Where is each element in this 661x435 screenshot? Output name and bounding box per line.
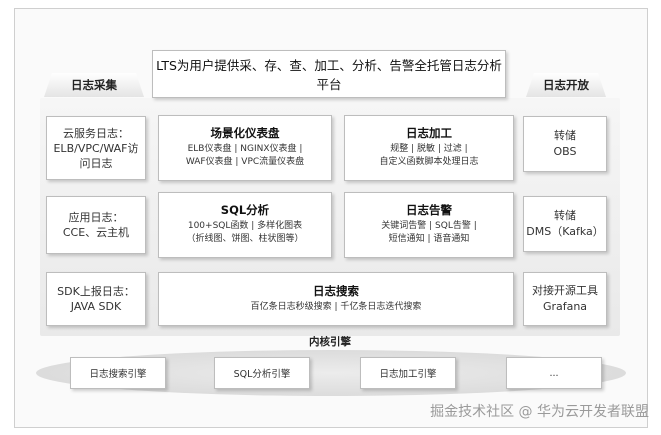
feature-title: 场景化仪表盘 — [210, 126, 280, 140]
engine-processing: 日志加工引擎 — [360, 357, 456, 389]
feature-dashboard: 场景化仪表盘 ELB仪表盘 | NGINX仪表盘 | WAF仪表盘 | VPC流… — [158, 115, 332, 181]
feature-alarm: 日志告警 关键词告警 | SQL告警 | 短信通知 | 语音通知 — [344, 192, 514, 258]
opening-dms: 转储 DMS（Kafka） — [523, 196, 607, 252]
engine-label: SQL分析引擎 — [233, 369, 291, 380]
engine-sql: SQL分析引擎 — [214, 357, 310, 389]
feature-line: （折线图、饼图、柱状图等） — [186, 234, 304, 244]
platform-title-text: LTS为用户提供采、存、查、加工、分析、告警全托管日志分析平台 — [156, 58, 502, 92]
opening-grafana: 对接开源工具 Grafana — [523, 272, 607, 326]
collection-line: 应用日志： — [68, 211, 124, 224]
feature-line: 短信通知 | 语音通知 — [388, 234, 470, 244]
feature-line: 关键词告警 | SQL告警 | — [381, 221, 477, 231]
collection-line: CCE、云主机 — [62, 226, 130, 239]
engine-more: ... — [506, 357, 602, 389]
opening-line: Grafana — [542, 300, 588, 313]
engine-label: ... — [549, 367, 559, 379]
feature-sql-analysis: SQL分析 100+SQL函数 | 多样化图表 （折线图、饼图、柱状图等） — [158, 192, 332, 258]
feature-title: 日志搜索 — [313, 283, 359, 298]
feature-line: ELB仪表盘 | NGINX仪表盘 | — [187, 144, 303, 154]
collection-line: ELB/VPC/WAF访 — [53, 141, 139, 155]
opening-line: 转储 — [554, 209, 576, 222]
feature-line: WAF仪表盘 | VPC流量仪表盘 — [185, 157, 305, 167]
opening-line: 转储 — [554, 129, 576, 142]
engine-search: 日志搜索引擎 — [70, 357, 166, 389]
collection-sdk: SDK上报日志： JAVA SDK — [46, 272, 146, 326]
feature-title: SQL分析 — [220, 203, 270, 217]
opening-obs: 转储 OBS — [523, 116, 607, 172]
feature-title: 日志加工 — [406, 126, 452, 140]
opening-header: 日志开放 — [526, 73, 606, 97]
platform-title: LTS为用户提供采、存、查、加工、分析、告警全托管日志分析平台 — [152, 50, 506, 98]
collection-cloud-service: 云服务日志： ELB/VPC/WAF访 问日志 — [46, 116, 146, 180]
kernel-label: 内核引擎 — [309, 336, 351, 348]
collection-line: 问日志 — [79, 156, 113, 170]
opening-line: OBS — [553, 145, 577, 158]
feature-line: 规整 | 脱敏 | 过滤 | — [390, 144, 468, 154]
feature-title: 日志告警 — [406, 203, 452, 217]
collection-line: JAVA SDK — [70, 300, 122, 313]
collection-header: 日志采集 — [44, 73, 144, 97]
collection-line: 云服务日志： — [63, 126, 129, 140]
opening-line: 对接开源工具 — [532, 284, 598, 297]
feature-processing: 日志加工 规整 | 脱敏 | 过滤 | 自定义函数脚本处理日志 — [344, 115, 514, 181]
feature-line: 自定义函数脚本处理日志 — [379, 157, 479, 167]
feature-search: 日志搜索 百亿条日志秒级搜索 | 千亿条日志迭代搜索 — [158, 272, 514, 326]
collection-line: SDK上报日志： — [57, 285, 135, 298]
feature-line: 百亿条日志秒级搜索 | 千亿条日志迭代搜索 — [250, 301, 422, 312]
feature-line: 100+SQL函数 | 多样化图表 — [187, 221, 303, 231]
watermark: 掘金技术社区 @ 华为云开发者联盟 — [430, 404, 649, 420]
opening-line: DMS（Kafka） — [526, 225, 604, 238]
engine-label: 日志加工引擎 — [379, 369, 437, 380]
collection-application: 应用日志： CCE、云主机 — [46, 196, 146, 254]
engine-label: 日志搜索引擎 — [89, 369, 147, 380]
